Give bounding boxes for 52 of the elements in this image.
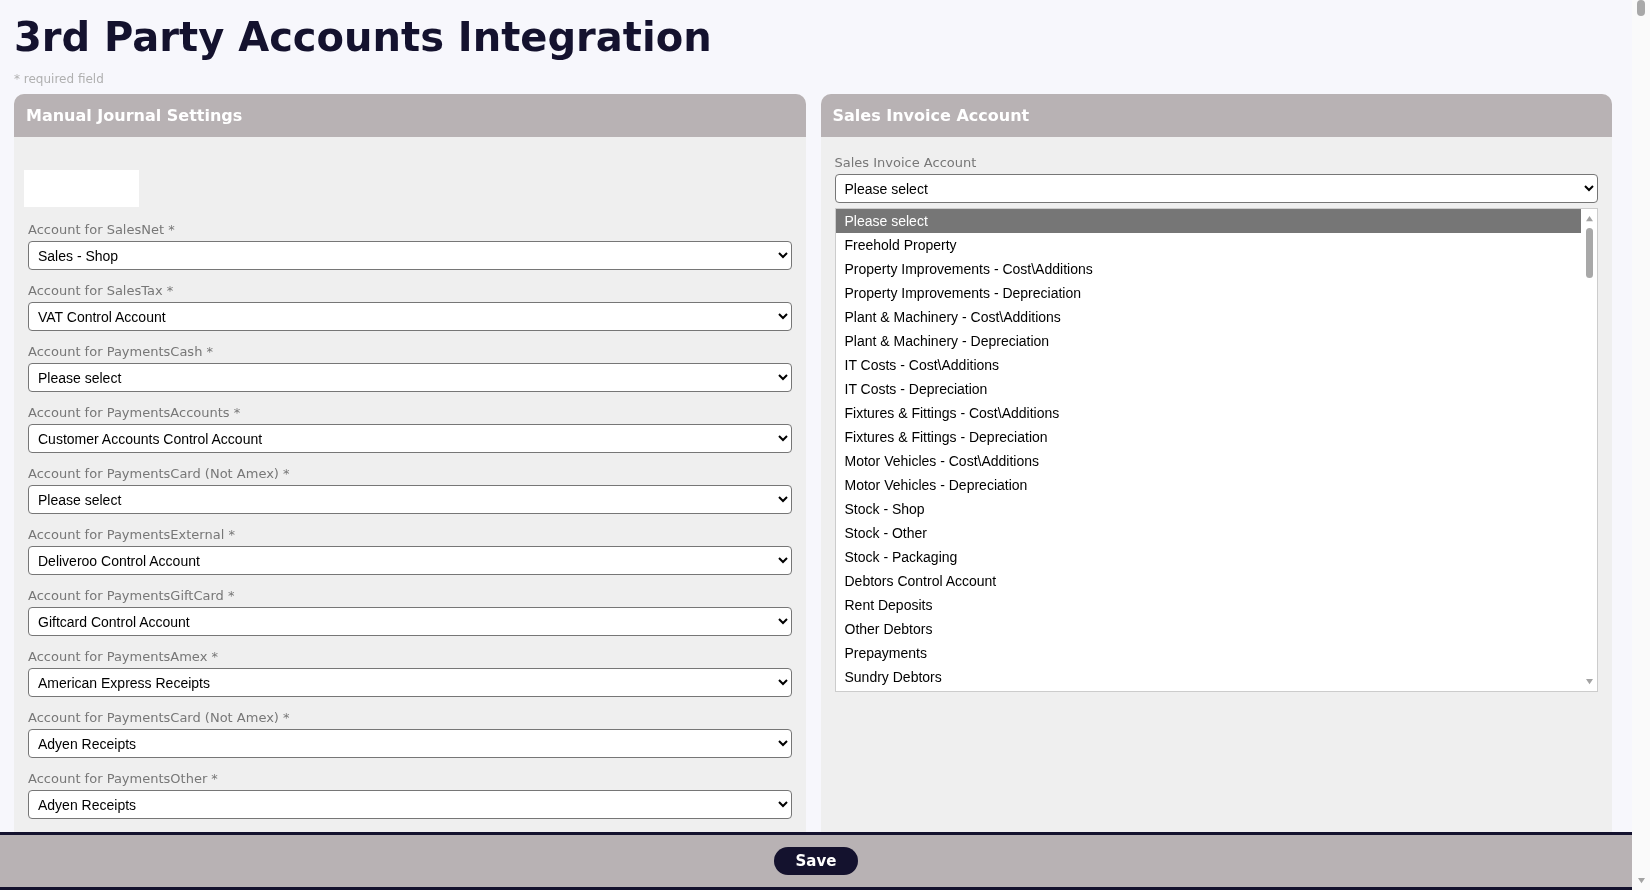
option-item[interactable]: Stock - Packaging (835, 545, 1581, 569)
option-item[interactable]: Prepayments (835, 641, 1581, 665)
panel-header: Manual Journal Settings (14, 94, 806, 137)
scroll-down-icon[interactable] (1584, 678, 1594, 685)
field-label: Account for PaymentsOther * (28, 771, 219, 786)
required-field-note: * required field (14, 72, 105, 86)
option-item[interactable]: Motor Vehicles - Depreciation (835, 473, 1581, 497)
account-select[interactable]: Please select (28, 363, 792, 392)
option-item[interactable]: Freehold Property (835, 233, 1581, 257)
option-item[interactable]: Plant & Machinery - Cost\Additions (835, 305, 1581, 329)
account-select[interactable]: Customer Accounts Control Account (28, 424, 792, 453)
option-item[interactable]: Rent Deposits (835, 593, 1581, 617)
panel-header: Sales Invoice Account (820, 94, 1612, 137)
option-item[interactable]: IT Costs - Cost\Additions (835, 353, 1581, 377)
option-item[interactable]: Other Debtors (835, 617, 1581, 641)
option-item[interactable]: Sundry Debtors (835, 665, 1581, 689)
option-item[interactable]: Property Improvements - Depreciation (835, 281, 1581, 305)
field-label: Account for PaymentsCard (Not Amex) * (28, 466, 291, 481)
scroll-down-icon[interactable] (1636, 877, 1646, 884)
page-title: 3rd Party Accounts Integration (14, 13, 713, 62)
option-item[interactable]: Stock - Shop (835, 497, 1581, 521)
option-item[interactable]: IT Costs - Depreciation (835, 377, 1581, 401)
scroll-thumb[interactable] (1585, 228, 1593, 278)
scroll-thumb[interactable] (1637, 0, 1645, 16)
field-label: Account for PaymentsExternal * (28, 527, 236, 542)
account-select[interactable]: Sales - Shop (28, 241, 792, 270)
account-select[interactable]: Adyen Receipts (28, 790, 792, 819)
option-item[interactable]: Motor Vehicles - Cost\Additions (835, 449, 1581, 473)
option-item[interactable]: Property Improvements - Cost\Additions (835, 257, 1581, 281)
field-label: Account for PaymentsCash * (28, 344, 214, 359)
account-select[interactable]: American Express Receipts (28, 668, 792, 697)
field-label: Account for PaymentsGiftCard * (28, 588, 236, 603)
field-label: Account for PaymentsAmex * (28, 649, 219, 664)
account-select[interactable]: VAT Control Account (28, 302, 792, 331)
field-label: Account for SalesNet * (28, 222, 176, 237)
scroll-up-icon[interactable] (1584, 215, 1594, 222)
option-item[interactable]: Stock - Other (835, 521, 1581, 545)
account-select[interactable]: Giftcard Control Account (28, 607, 792, 636)
account-select[interactable]: Please select (28, 485, 792, 514)
option-item[interactable]: Debtors Control Account (835, 569, 1581, 593)
option-item[interactable]: Plant & Machinery - Depreciation (835, 329, 1581, 353)
account-select[interactable]: Adyen Receipts (28, 729, 792, 758)
option-item[interactable]: Fixtures & Fittings - Cost\Additions (835, 401, 1581, 425)
field-label: Account for SalesTax * (28, 283, 175, 298)
account-select[interactable]: Deliveroo Control Account (28, 546, 792, 575)
save-button[interactable]: Save (773, 847, 859, 875)
field-label: Account for PaymentsAccounts * (28, 405, 242, 420)
account-select[interactable]: Please select (834, 174, 1598, 203)
field-label: Sales Invoice Account (834, 155, 978, 170)
option-item[interactable]: Please select (835, 209, 1581, 233)
field-label: Account for PaymentsCard (Not Amex) * (28, 710, 291, 725)
option-item[interactable]: Fixtures & Fittings - Depreciation (835, 425, 1581, 449)
